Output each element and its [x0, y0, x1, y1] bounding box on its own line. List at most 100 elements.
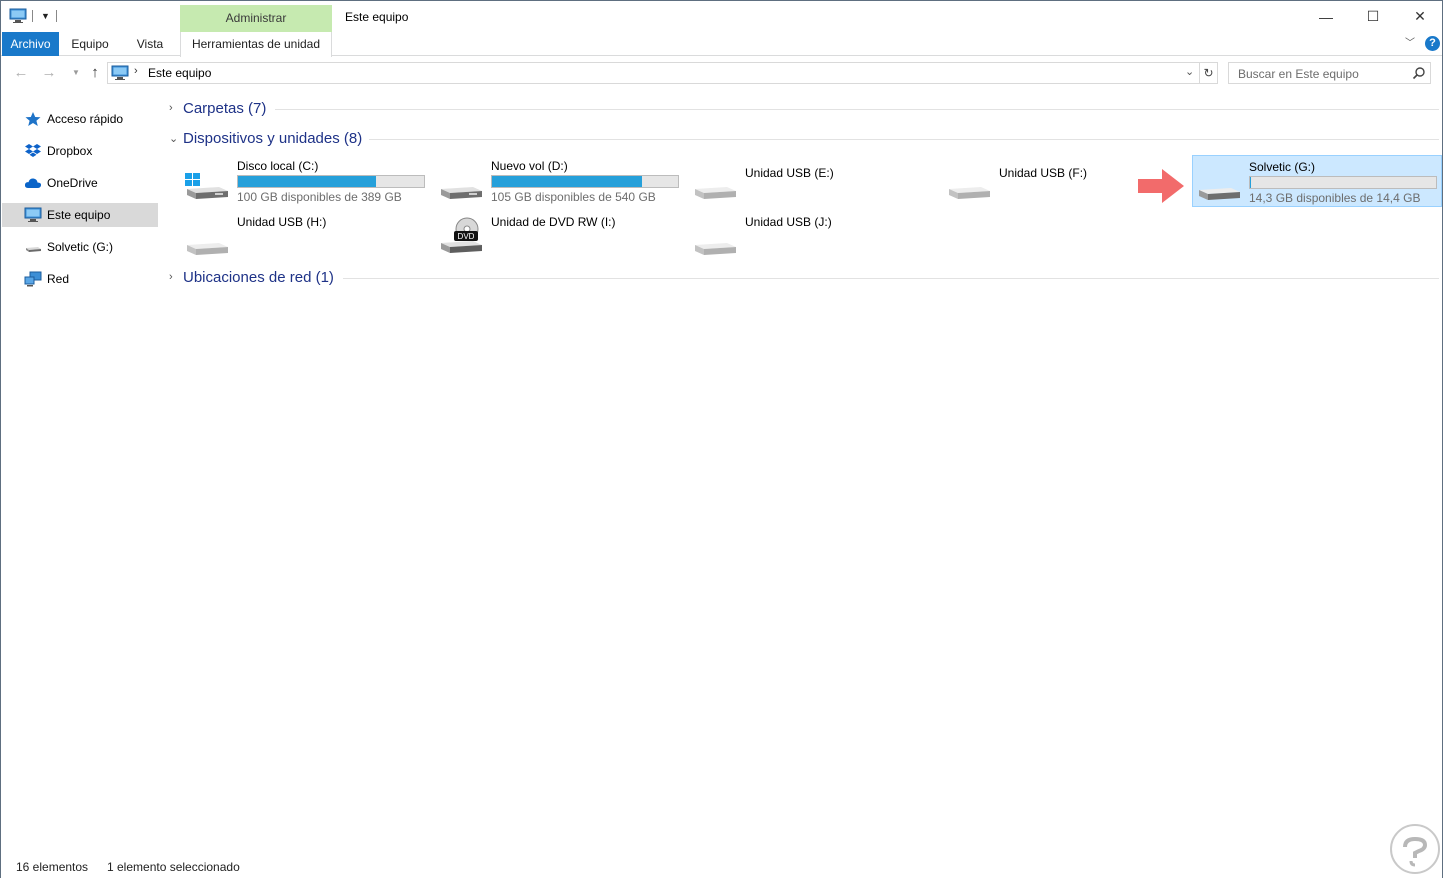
minimize-icon: — [1319, 8, 1333, 25]
search-icon [1412, 67, 1425, 80]
address-bar[interactable]: › Este equipo ⌄ [107, 62, 1200, 84]
drive-name: Nuevo vol (D:) [491, 159, 568, 173]
minimize-button[interactable]: — [1303, 1, 1349, 32]
expand-chevron-icon[interactable]: › [169, 102, 173, 114]
group-title: Carpetas (7) [183, 100, 267, 117]
solvetic-logo-icon [1390, 824, 1440, 874]
drive-item-d[interactable]: Nuevo vol (D:) 105 GB disponibles de 540… [419, 155, 679, 207]
hard-drive-icon [441, 187, 482, 199]
computer-icon [24, 207, 42, 222]
expand-chevron-icon[interactable]: › [169, 271, 173, 283]
group-header-ubicaciones-de-red[interactable]: › Ubicaciones de red (1) [167, 268, 1439, 290]
forward-arrow-icon[interactable]: → [40, 64, 58, 82]
navigation-pane: Acceso rápido Dropbox OneDrive Este equi… [1, 101, 159, 301]
ribbon-tabs: Archivo Equipo Vista Herramientas de uni… [1, 32, 1442, 57]
sidebar-item-label: Red [47, 272, 70, 286]
navigation-bar: ← → ▼ ↑ › Este equipo ⌄ ↻ Buscar en Este… [1, 57, 1442, 90]
group-title: Dispositivos y unidades (8) [183, 130, 363, 147]
usb-drive-icon [187, 243, 228, 255]
usb-drive-icon [949, 187, 990, 199]
group-header-dispositivos[interactable]: ⌄ Dispositivos y unidades (8) [167, 129, 1439, 151]
group-divider [369, 139, 1439, 140]
window-title: Este equipo [345, 10, 409, 24]
drive-name: Unidad USB (J:) [745, 215, 832, 229]
selection-count: 1 elemento seleccionado [107, 860, 240, 874]
computer-icon[interactable] [9, 8, 27, 24]
usb-drive-icon [1199, 188, 1240, 200]
address-history-chevron-icon[interactable]: ⌄ [1185, 65, 1194, 78]
title-bar: ▼ Administrar Este equipo — ☐ ✕ [1, 1, 1442, 32]
item-count: 16 elementos [16, 860, 89, 874]
usb-drive-icon [695, 187, 736, 199]
search-input[interactable]: Buscar en Este equipo [1228, 62, 1431, 84]
drive-name: Unidad de DVD RW (I:) [491, 215, 616, 229]
sidebar-item-red[interactable]: Red [2, 267, 158, 291]
drive-free-space: 105 GB disponibles de 540 GB [491, 190, 656, 204]
dropbox-icon [25, 144, 41, 157]
drive-item-e[interactable]: Unidad USB (E:) [673, 155, 925, 207]
drive-item-c[interactable]: Disco local (C:) 100 GB disponibles de 3… [165, 155, 425, 207]
capacity-fill [1250, 177, 1252, 188]
group-title: Ubicaciones de red (1) [183, 269, 334, 286]
customize-toolbar-chevron-icon[interactable]: ▼ [41, 10, 51, 22]
maximize-button[interactable]: ☐ [1350, 1, 1396, 32]
context-tab-administrar: Administrar [180, 5, 332, 32]
tab-herramientas-de-unidad[interactable]: Herramientas de unidad [180, 32, 332, 57]
windows-drive-icon [185, 173, 228, 199]
back-arrow-icon[interactable]: ← [12, 64, 30, 82]
capacity-fill [238, 176, 377, 187]
help-icon[interactable]: ? [1425, 36, 1440, 51]
tab-equipo[interactable]: Equipo [61, 32, 119, 56]
close-button[interactable]: ✕ [1397, 1, 1443, 32]
capacity-fill [492, 176, 642, 187]
drive-item-i[interactable]: DVD Unidad de DVD RW (I:) [419, 211, 671, 263]
sidebar-item-acceso-rapido[interactable]: Acceso rápido [2, 107, 158, 131]
drive-free-space: 14,3 GB disponibles de 14,4 GB [1249, 191, 1421, 205]
dvd-drive-icon: DVD [441, 217, 482, 253]
maximize-icon: ☐ [1366, 8, 1380, 24]
refresh-icon[interactable]: ↻ [1200, 62, 1218, 84]
search-placeholder: Buscar en Este equipo [1238, 67, 1359, 81]
star-icon [25, 112, 41, 126]
sidebar-item-label: Acceso rápido [47, 112, 124, 126]
computer-icon [111, 65, 129, 80]
capacity-bar [237, 175, 425, 188]
breadcrumb[interactable]: Este equipo [148, 66, 211, 80]
cloud-icon [24, 178, 42, 188]
tab-vista[interactable]: Vista [121, 32, 179, 56]
sidebar-item-onedrive[interactable]: OneDrive [2, 171, 158, 195]
tab-archivo[interactable]: Archivo [2, 32, 59, 56]
content-area: › Carpetas (7) ⌄ Dispositivos y unidades… [161, 91, 1442, 851]
breadcrumb-chevron-icon[interactable]: › [134, 65, 138, 77]
drive-name: Unidad USB (H:) [237, 215, 327, 229]
sidebar-item-este-equipo[interactable]: Este equipo [2, 203, 158, 227]
expand-ribbon-chevron-icon[interactable]: ﹀ [1402, 36, 1418, 52]
drive-item-h[interactable]: Unidad USB (H:) [165, 211, 417, 263]
svg-text:DVD: DVD [458, 232, 475, 241]
drive-free-space: 100 GB disponibles de 389 GB [237, 190, 402, 204]
capacity-bar [1249, 176, 1437, 189]
usb-drive-icon [695, 243, 736, 255]
sidebar-item-label: OneDrive [47, 176, 98, 190]
quick-access-separator [56, 10, 57, 22]
recent-locations-chevron-icon[interactable]: ▼ [67, 64, 85, 82]
group-divider [275, 109, 1439, 110]
annotation-arrow-icon [1138, 169, 1184, 203]
group-header-carpetas[interactable]: › Carpetas (7) [167, 99, 1439, 121]
drive-item-j[interactable]: Unidad USB (J:) [673, 211, 925, 263]
up-arrow-icon[interactable]: ↑ [86, 64, 104, 82]
sidebar-item-solvetic[interactable]: Solvetic (G:) [2, 235, 158, 259]
sidebar-item-dropbox[interactable]: Dropbox [2, 139, 158, 163]
file-explorer-window: ▼ Administrar Este equipo — ☐ ✕ Archivo … [0, 0, 1443, 878]
close-icon: ✕ [1414, 8, 1426, 24]
group-divider [343, 278, 1439, 279]
sidebar-item-label: Solvetic (G:) [47, 240, 114, 254]
drive-item-g[interactable]: Solvetic (G:) 14,3 GB disponibles de 14,… [1192, 155, 1442, 207]
usb-drive-icon [26, 247, 41, 252]
drive-name: Solvetic (G:) [1249, 160, 1316, 174]
quick-access-separator [32, 10, 33, 22]
capacity-bar [491, 175, 679, 188]
drive-name: Unidad USB (E:) [745, 166, 834, 180]
network-icon [24, 271, 42, 287]
collapse-chevron-icon[interactable]: ⌄ [169, 132, 178, 145]
